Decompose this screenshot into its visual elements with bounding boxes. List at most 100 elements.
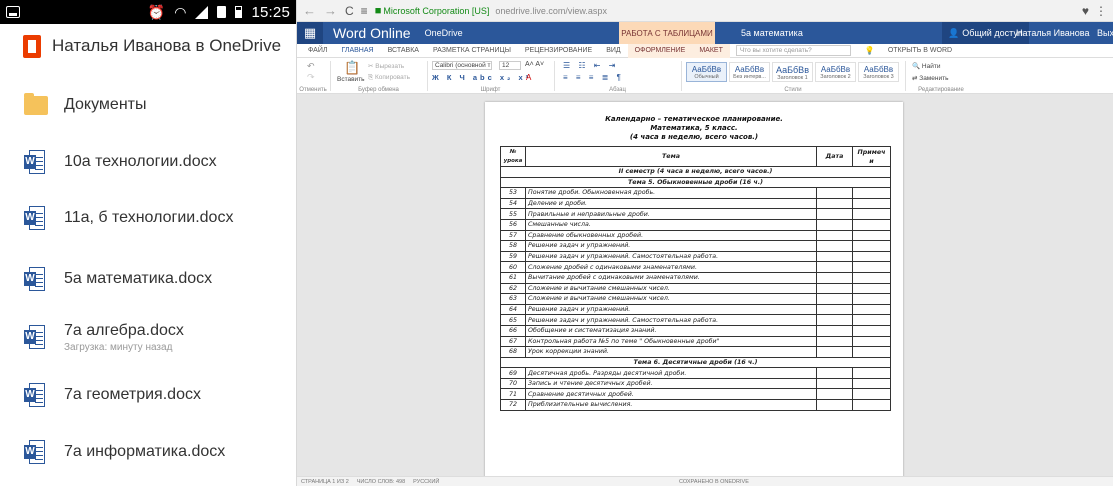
document-name[interactable]: 5а математика: [741, 28, 803, 38]
table-row[interactable]: 70 Запись и чтение десятичных дробей.: [500, 377, 891, 390]
tab-review[interactable]: РЕЦЕНЗИРОВАНИЕ: [518, 44, 599, 58]
lesson-note[interactable]: [852, 324, 891, 337]
table-row[interactable]: 66 Обобщение и систематизация знаний.: [500, 324, 891, 337]
lesson-date[interactable]: [816, 377, 853, 390]
lesson-note[interactable]: [852, 303, 891, 316]
user-name[interactable]: Наталья Иванова: [1016, 28, 1089, 38]
lesson-note[interactable]: [852, 250, 891, 263]
font-size-select[interactable]: 12: [499, 61, 521, 70]
style-heading-2[interactable]: АаБбВв Заголовок 2: [815, 62, 856, 82]
lesson-note[interactable]: [852, 346, 891, 358]
lesson-note[interactable]: [852, 388, 891, 401]
lesson-note[interactable]: [852, 208, 891, 220]
tab-page-layout[interactable]: РАЗМЕТКА СТРАНИЦЫ: [426, 44, 518, 58]
lesson-note[interactable]: [852, 377, 891, 390]
copy-button[interactable]: ⎘ Копировать: [368, 74, 410, 82]
table-row[interactable]: 55 Правильные и неправильные дроби.: [500, 208, 891, 220]
tab-layout[interactable]: МАКЕТ: [692, 43, 730, 58]
lesson-note[interactable]: [852, 261, 891, 273]
list-item-file[interactable]: W 7а геометрия.docx: [0, 380, 296, 410]
reader-mode-icon[interactable]: ≡: [361, 4, 368, 18]
tab-home[interactable]: ГЛАВНАЯ: [334, 44, 380, 58]
table-row[interactable]: 65 Решение задач и упражнений. Самостояте…: [500, 314, 891, 326]
document-canvas[interactable]: Календарно – тематическое планирование. …: [297, 94, 1113, 476]
table-row[interactable]: 53 Понятие дроби. Обыкновенная дробь.: [500, 187, 891, 199]
list-item-file[interactable]: W 7а алгебра.docx Загрузка: минуту назад: [0, 318, 296, 356]
align-buttons[interactable]: ≡ ≡ ≡ ≣ ¶: [563, 73, 624, 82]
list-item-file[interactable]: W 11а, б технологии.docx: [0, 203, 296, 233]
menu-icon[interactable]: ⋮: [1095, 4, 1107, 18]
table-row[interactable]: 71 Сравнение десятичных дробей.: [500, 388, 891, 401]
forward-arrow-icon[interactable]: →: [324, 3, 337, 18]
table-row[interactable]: 62 Сложение и вычитание смешанных чисел.: [500, 282, 891, 295]
lesson-date[interactable]: [816, 293, 853, 305]
table-row[interactable]: 58 Решение задач и упражнений.: [500, 240, 891, 252]
lesson-date[interactable]: [816, 250, 853, 263]
table-row[interactable]: 61 Вычитание дробей с одинаковыми знамена…: [500, 271, 891, 284]
list-item-file[interactable]: W 5а математика.docx: [0, 264, 296, 294]
table-row[interactable]: 64 Решение задач и упражнений.: [500, 303, 891, 316]
lesson-date[interactable]: [816, 367, 853, 379]
lesson-date[interactable]: [816, 388, 853, 401]
style-no-spacing[interactable]: АаБбВв Без интерв...: [729, 62, 770, 82]
lesson-date[interactable]: [816, 187, 853, 199]
app-launcher-icon[interactable]: ▦: [297, 22, 323, 44]
replace-button[interactable]: ⇄ Заменить: [912, 74, 948, 82]
list-item-file[interactable]: W 7а информатика.docx: [0, 437, 296, 467]
tab-insert[interactable]: ВСТАВКА: [381, 44, 426, 58]
lesson-note[interactable]: [852, 240, 891, 252]
table-row[interactable]: 72 Приблизительные вычисления.: [500, 399, 891, 411]
tell-me-input[interactable]: Что вы хотите сделать?: [735, 45, 851, 56]
table-section-row[interactable]: Тема 6. Десятичные дроби (16 ч.): [500, 356, 891, 369]
lesson-date[interactable]: [816, 240, 853, 252]
lesson-plan-table[interactable]: № урока Тема Дата Примеч и II семестр (4…: [500, 146, 891, 411]
list-item-folder[interactable]: Документы: [0, 90, 296, 120]
lesson-note[interactable]: [852, 335, 891, 348]
site-identity[interactable]: Microsoft Corporation [US]: [383, 6, 489, 16]
style-normal[interactable]: АаБбВв Обычный: [686, 62, 727, 82]
undo-icon[interactable]: ↶: [307, 61, 315, 72]
lesson-note[interactable]: [852, 367, 891, 379]
font-color-icon[interactable]: A: [526, 73, 531, 82]
lesson-note[interactable]: [852, 197, 891, 210]
sign-out-link[interactable]: Вых: [1097, 28, 1113, 38]
table-section-row[interactable]: II семестр (4 часа в неделю, всего часов…: [500, 166, 891, 178]
table-row[interactable]: 60 Сложение дробей с одинаковыми знаменат…: [500, 261, 891, 273]
paste-button[interactable]: Вставить: [337, 76, 365, 83]
lesson-date[interactable]: [816, 314, 853, 326]
grow-font-icon[interactable]: A˄ A˅: [525, 61, 544, 68]
lesson-date[interactable]: [816, 282, 853, 295]
table-row[interactable]: 69 Десятичная дробь. Разряды десятичной д…: [500, 367, 891, 379]
lesson-date[interactable]: [816, 208, 853, 220]
list-item-file[interactable]: W 10а технологии.docx: [0, 147, 296, 177]
bookmark-heart-icon[interactable]: ♥: [1082, 4, 1089, 18]
breadcrumb-onedrive[interactable]: OneDrive: [425, 28, 463, 38]
lesson-note[interactable]: [852, 271, 891, 284]
lesson-note[interactable]: [852, 187, 891, 199]
lesson-date[interactable]: [816, 346, 853, 358]
url-field[interactable]: onedrive.live.com/view.aspx: [495, 6, 607, 16]
table-row[interactable]: 67 Контрольная работа №5 по теме " Обыкно…: [500, 335, 891, 348]
table-row[interactable]: 68 Урок коррекции знаний.: [500, 346, 891, 358]
open-in-word-button[interactable]: ОТКРЫТЬ В WORD: [881, 44, 959, 58]
lesson-date[interactable]: [816, 335, 853, 348]
lesson-date[interactable]: [816, 303, 853, 316]
redo-icon[interactable]: ↷: [307, 72, 315, 83]
lesson-note[interactable]: [852, 314, 891, 326]
lesson-note[interactable]: [852, 282, 891, 295]
table-row[interactable]: 56 Смешанные числа.: [500, 218, 891, 231]
style-heading-3[interactable]: АаБбВв Заголовок 3: [858, 62, 899, 82]
cut-button[interactable]: ✂ Вырезать: [368, 62, 404, 70]
format-buttons[interactable]: Ж К Ч abc x₂ x²: [432, 73, 531, 82]
paste-icon[interactable]: 📋: [344, 60, 360, 76]
lesson-date[interactable]: [816, 261, 853, 273]
lesson-note[interactable]: [852, 399, 891, 411]
table-row[interactable]: 59 Решение задач и упражнений. Самостояте…: [500, 250, 891, 263]
lesson-date[interactable]: [816, 324, 853, 337]
lesson-note[interactable]: [852, 293, 891, 305]
tab-file[interactable]: ФАЙЛ: [301, 44, 334, 58]
office-logo-icon[interactable]: [23, 34, 41, 58]
tab-design[interactable]: ОФОРМЛЕНИЕ: [627, 43, 693, 58]
table-row[interactable]: 63 Сложение и вычитание смешанных чисел.: [500, 293, 891, 305]
lesson-note[interactable]: [852, 218, 891, 231]
